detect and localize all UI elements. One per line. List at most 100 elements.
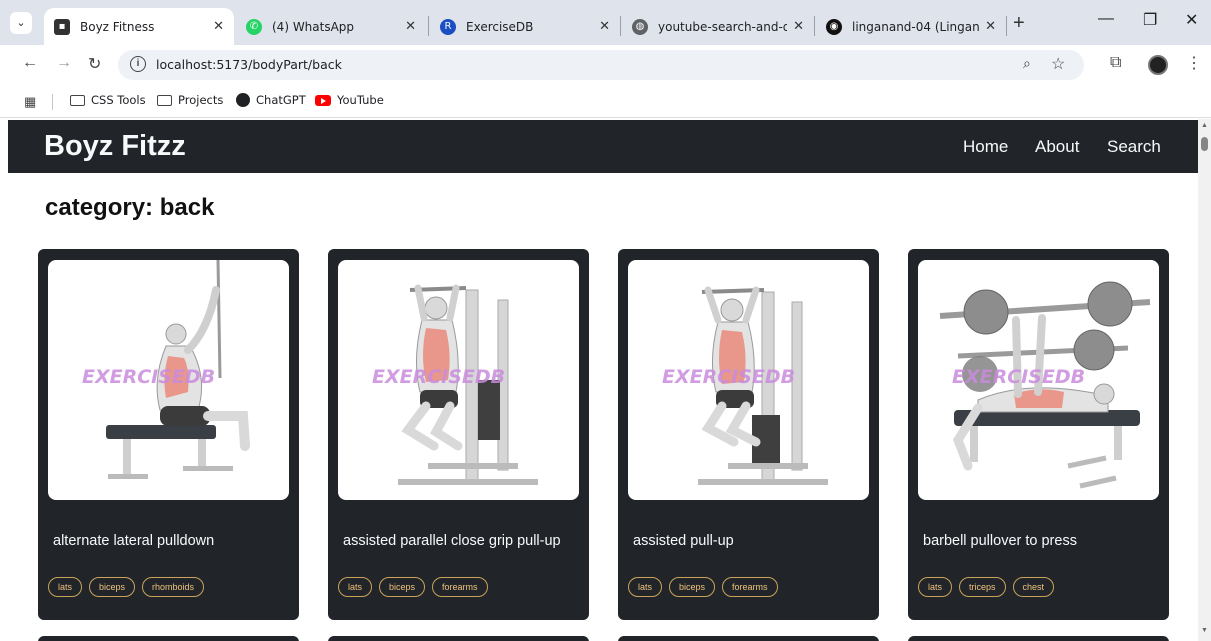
exercise-card[interactable]: EXERCISEDB assisted parallel close grip …: [328, 249, 589, 620]
address-bar[interactable]: i localhost:5173/bodyPart/back ⌕ ☆: [118, 50, 1084, 80]
bookmark-label: YouTube: [337, 93, 384, 107]
boyz-fitness-favicon-icon: ▪: [54, 18, 70, 35]
category-value: back: [159, 194, 215, 221]
browser-tab-strip: ⌄ ▪ Boyz Fitness ✕ ✆ (4) WhatsApp ✕ R Ex…: [0, 0, 1211, 45]
scroll-up-icon[interactable]: ▲: [1201, 122, 1208, 129]
window-close-icon[interactable]: ✕: [1185, 10, 1198, 30]
muscle-tag[interactable]: forearms: [432, 577, 488, 597]
bookmark-projects[interactable]: Projects: [157, 93, 223, 107]
muscle-tag[interactable]: lats: [48, 577, 83, 597]
exercise-image: EXERCISEDB: [48, 260, 289, 500]
watermark-text: EXERCISEDB: [82, 366, 216, 388]
watermark-text: EXERCISEDB: [372, 366, 506, 388]
muscle-tag[interactable]: triceps: [959, 577, 1006, 597]
globe-icon: ◍: [632, 18, 648, 35]
watermark-text: EXERCISEDB: [662, 366, 796, 388]
muscle-tags: lats biceps rhomboids: [48, 577, 205, 597]
page-scrollbar[interactable]: ▲ ▼: [1198, 119, 1211, 641]
tab-close-icon[interactable]: ✕: [213, 19, 224, 34]
whatsapp-favicon-icon: ✆: [246, 18, 262, 35]
apps-grid-icon[interactable]: ▦: [24, 94, 36, 110]
exercise-image: EXERCISEDB: [338, 260, 579, 500]
muscle-tags: lats biceps forearms: [338, 577, 488, 597]
muscle-tags: lats biceps forearms: [628, 577, 778, 597]
tab-close-icon[interactable]: ✕: [985, 19, 996, 34]
watermark-text: EXERCISEDB: [952, 366, 1086, 388]
tab-close-icon[interactable]: ✕: [599, 19, 610, 34]
star-icon[interactable]: ☆: [1051, 54, 1065, 74]
exercise-card[interactable]: EXERCISEDB alternate lateral pulldown la…: [38, 249, 299, 620]
tab-separator: [1006, 16, 1007, 36]
exercise-image: EXERCISEDB: [918, 260, 1159, 500]
tab-title: (4) WhatsApp: [272, 19, 355, 34]
muscle-tag[interactable]: rhomboids: [142, 577, 205, 597]
nav-home[interactable]: Home: [963, 137, 1008, 157]
bookmark-youtube[interactable]: YouTube: [315, 93, 384, 107]
folder-icon: [157, 94, 172, 106]
exercisedb-favicon-icon: R: [440, 18, 456, 35]
site-navbar: Boyz Fitzz Home About Search: [8, 120, 1198, 173]
zoom-icon[interactable]: ⌕: [1023, 55, 1031, 72]
tab-title: youtube-search-and-dow: [658, 19, 788, 34]
muscle-tag[interactable]: chest: [1012, 577, 1055, 597]
muscle-tags: lats triceps chest: [918, 577, 1055, 597]
arrow-right-icon[interactable]: →: [56, 54, 72, 72]
tab-github[interactable]: ◉ linganand-04 (Linganand ✕: [816, 8, 1006, 45]
bookmark-css-tools[interactable]: CSS Tools: [70, 93, 146, 107]
tab-separator: [814, 16, 815, 36]
bookmark-label: CSS Tools: [91, 93, 146, 107]
nav-about[interactable]: About: [1035, 137, 1079, 157]
muscle-tag[interactable]: forearms: [722, 577, 778, 597]
exercise-name: alternate lateral pulldown: [53, 533, 215, 549]
tab-title: linganand-04 (Linganand: [852, 19, 980, 34]
exercise-card[interactable]: EXERCISEDB assisted pull-up lats biceps …: [618, 249, 879, 620]
chatgpt-icon: [236, 93, 250, 107]
bookmarks-bar: ▦ CSS Tools Projects ChatGPT YouTube: [0, 85, 1211, 118]
minimize-icon[interactable]: —: [1098, 10, 1114, 28]
exercise-card-next-row[interactable]: [618, 636, 879, 641]
exercise-card-next-row[interactable]: [38, 636, 299, 641]
exercise-image: EXERCISEDB: [628, 260, 869, 500]
muscle-tag[interactable]: biceps: [669, 577, 716, 597]
tab-youtube-search[interactable]: ◍ youtube-search-and-dow ✕: [622, 8, 814, 45]
bookmark-divider: [52, 94, 53, 110]
tab-boyz-fitness[interactable]: ▪ Boyz Fitness ✕: [44, 8, 234, 45]
muscle-tag[interactable]: lats: [918, 577, 953, 597]
tab-close-icon[interactable]: ✕: [405, 19, 416, 34]
avatar[interactable]: [1148, 55, 1168, 75]
arrow-left-icon[interactable]: ←: [22, 54, 38, 72]
nav-search[interactable]: Search: [1107, 137, 1161, 157]
exercise-card-next-row[interactable]: [328, 636, 589, 641]
tab-separator: [620, 16, 621, 36]
bookmark-chatgpt[interactable]: ChatGPT: [236, 93, 306, 107]
folder-icon: [70, 94, 85, 106]
kebab-menu-icon[interactable]: ⋮: [1186, 53, 1202, 73]
tab-whatsapp[interactable]: ✆ (4) WhatsApp ✕: [236, 8, 426, 45]
tab-close-icon[interactable]: ✕: [793, 19, 804, 34]
scroll-down-icon[interactable]: ▼: [1201, 627, 1208, 634]
tab-search-chevron-down-icon[interactable]: ⌄: [10, 12, 32, 34]
exercise-card-next-row[interactable]: [908, 636, 1169, 641]
restore-icon[interactable]: ❐: [1143, 10, 1157, 30]
muscle-tag[interactable]: lats: [338, 577, 373, 597]
github-icon: ◉: [826, 18, 842, 35]
exercise-name: barbell pullover to press: [923, 533, 1077, 549]
site-brand[interactable]: Boyz Fitzz: [44, 130, 186, 163]
muscle-tag[interactable]: biceps: [379, 577, 426, 597]
tab-exercisedb[interactable]: R ExerciseDB ✕: [430, 8, 620, 45]
info-icon[interactable]: i: [130, 56, 146, 72]
bookmark-label: ChatGPT: [256, 93, 306, 107]
puzzle-icon[interactable]: ⧉: [1110, 54, 1121, 72]
url-text[interactable]: localhost:5173/bodyPart/back: [156, 57, 342, 72]
reload-icon[interactable]: ↻: [88, 54, 101, 74]
browser-toolbar: ← → ↻ i localhost:5173/bodyPart/back ⌕ ☆…: [0, 45, 1211, 85]
page-viewport: Boyz Fitzz Home About Search category: b…: [0, 119, 1211, 641]
muscle-tag[interactable]: biceps: [89, 577, 136, 597]
bookmark-label: Projects: [178, 93, 224, 107]
new-tab-plus-icon[interactable]: +: [1013, 12, 1025, 35]
scrollbar-thumb[interactable]: [1201, 137, 1208, 151]
tab-separator: [428, 16, 429, 36]
muscle-tag[interactable]: lats: [628, 577, 663, 597]
youtube-icon: [315, 94, 331, 106]
exercise-card[interactable]: EXERCISEDB barbell pullover to press lat…: [908, 249, 1169, 620]
